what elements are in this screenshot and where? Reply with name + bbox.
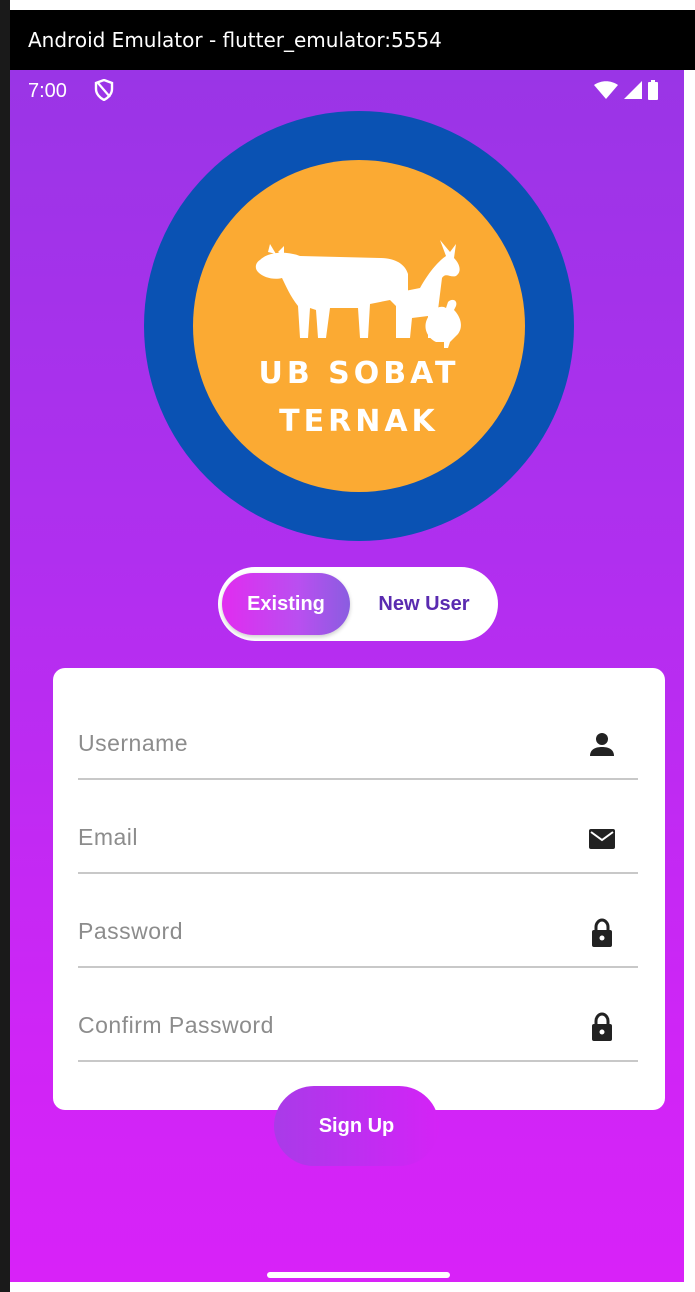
email-placeholder: Email [78, 824, 139, 850]
livestock-logo-icon [255, 240, 461, 348]
app-screen: 7:00 UB SOBAT TERNAK Existing New User U… [10, 70, 684, 1282]
home-indicator[interactable] [267, 1272, 450, 1278]
toggle-new-user[interactable]: New User [358, 573, 490, 635]
email-field[interactable]: Email [78, 778, 638, 874]
username-field[interactable]: Username [78, 684, 638, 780]
password-field[interactable]: Password [78, 872, 638, 968]
emulator-window: Android Emulator - flutter_emulator:5554… [0, 0, 695, 1292]
logo-text-line2: TERNAK [279, 404, 439, 439]
window-title: Android Emulator - flutter_emulator:5554 [28, 28, 442, 52]
username-placeholder: Username [78, 730, 189, 756]
shield-icon [94, 79, 114, 101]
auth-mode-toggle: Existing New User [218, 567, 498, 641]
confirm-password-field[interactable]: Confirm Password [78, 966, 638, 1062]
signal-icon [624, 81, 642, 99]
status-icons [594, 80, 658, 100]
battery-icon [648, 80, 658, 100]
signup-form-card: Username Email Password Confirm Password [53, 668, 665, 1110]
confirm-password-placeholder: Confirm Password [78, 1012, 274, 1038]
signup-button[interactable]: Sign Up [274, 1086, 439, 1166]
mail-icon [589, 829, 615, 849]
window-border [0, 0, 10, 1292]
person-icon [590, 733, 614, 756]
window-titlebar[interactable]: Android Emulator - flutter_emulator:5554 [10, 10, 695, 70]
logo-text-line1: UB SOBAT [258, 356, 460, 391]
wifi-icon [594, 81, 618, 99]
toggle-existing[interactable]: Existing [222, 573, 350, 635]
lock-icon [592, 918, 612, 947]
status-bar: 7:00 [10, 70, 684, 114]
lock-icon [592, 1012, 612, 1041]
password-placeholder: Password [78, 918, 183, 944]
status-time: 7:00 [28, 80, 67, 102]
